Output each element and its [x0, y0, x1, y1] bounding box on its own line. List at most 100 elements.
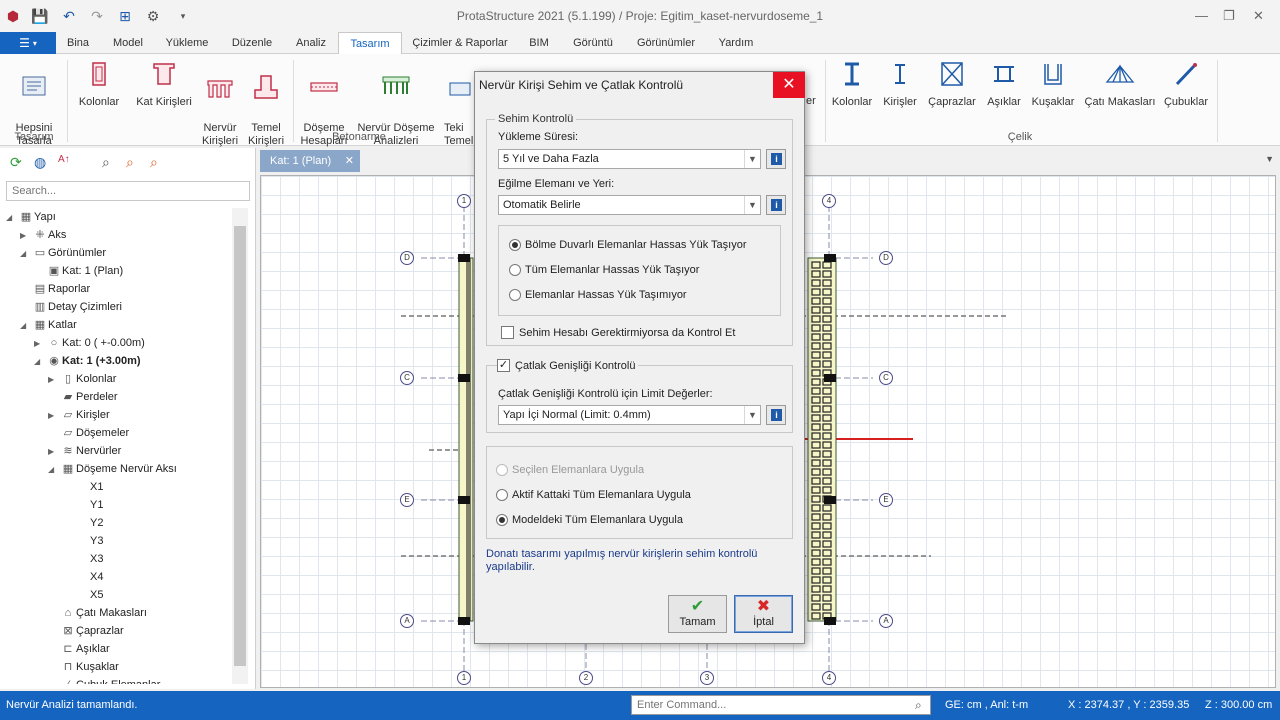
tree-expander-icon[interactable]: ◢ — [20, 317, 32, 335]
tab-plan-view[interactable]: Kat: 1 (Plan) ✕ — [260, 150, 360, 172]
tree-node[interactable]: X5 — [62, 586, 103, 604]
tree-node[interactable]: ▶ ⁜ Aks — [20, 226, 66, 244]
axis-bubble-left[interactable]: A — [400, 614, 414, 628]
tree-expander-icon[interactable]: ◢ — [6, 209, 18, 227]
beams-design-button[interactable]: Kat Kirişleri — [134, 60, 194, 109]
axis-bubble-right[interactable]: D — [879, 251, 893, 265]
axis-bubble-left[interactable]: E — [400, 493, 414, 507]
zoom-remove-icon[interactable]: ⌕ — [150, 154, 158, 171]
tab-list-dropdown-icon[interactable]: ▼ — [1265, 154, 1274, 164]
load-duration-info-button[interactable]: i — [766, 149, 786, 169]
tree-node[interactable]: ◢ ▭ Görünümler — [20, 244, 106, 262]
bending-element-select[interactable]: Otomatik Belirle ▼ — [498, 195, 761, 215]
tree-node[interactable]: ⊠ Çaprazlar — [48, 622, 123, 640]
tree-node[interactable]: ▶ ▱ Kirişler — [48, 406, 110, 424]
tree-expander-icon[interactable]: ▶ — [48, 443, 60, 461]
tree-node[interactable]: ▶ ○ Kat: 0 ( +-0.00m) — [34, 334, 145, 352]
axis-bubble-bottom[interactable]: 4 — [822, 671, 836, 685]
tree-node[interactable]: ▰ Perdeler — [48, 388, 118, 406]
tree-node[interactable]: ⁄Çubuk Elemanlar — [48, 676, 160, 684]
tree-node[interactable]: ▶ ▯ Kolonlar — [48, 370, 116, 388]
axis-bubble-right[interactable]: C — [879, 371, 893, 385]
tree-node[interactable]: ▱ Döşemeler — [48, 424, 129, 442]
axis-bubble-left[interactable]: C — [400, 371, 414, 385]
tree-node[interactable]: ▥ Detay Çizimleri — [20, 298, 122, 316]
radio-apply-active-floor[interactable]: Aktif Kattaki Tüm Elemanlara Uygula — [496, 488, 691, 502]
steel-beams-button[interactable]: Kirişler — [880, 60, 920, 109]
tree-node[interactable]: ▶ ≋ Nervürler — [48, 442, 121, 460]
tab-gorunumler[interactable]: Görünümler — [630, 32, 702, 54]
load-duration-select[interactable]: 5 Yıl ve Daha Fazla ▼ — [498, 149, 761, 169]
tab-analiz[interactable]: Analiz — [290, 32, 332, 54]
globe-icon[interactable]: ◍ — [34, 154, 46, 171]
tree-expander-icon[interactable]: ◢ — [34, 353, 46, 371]
tab-duzenle[interactable]: Düzenle — [226, 32, 278, 54]
close-window-button[interactable]: ✕ — [1253, 8, 1264, 24]
refresh-icon[interactable]: ⟳ — [10, 154, 22, 171]
dialog-close-button[interactable]: ✕ — [773, 72, 805, 98]
crack-limit-select[interactable]: Yapı İçi Normal (Limit: 0.4mm) ▼ — [498, 405, 761, 425]
tree-expander-icon[interactable]: ◢ — [48, 461, 60, 479]
axis-bubble-right[interactable]: E — [879, 493, 893, 507]
tab-model[interactable]: Model — [108, 32, 148, 54]
single-footing-button[interactable]: Teki Temel — [444, 60, 474, 148]
radio-apply-model[interactable]: Modeldeki Tüm Elemanlara Uygula — [496, 513, 683, 527]
rib-beams-design-button[interactable]: Nervür Kirişleri — [198, 60, 242, 148]
girts-button[interactable]: Kuşaklar — [1030, 60, 1076, 109]
close-tab-icon[interactable]: ✕ — [345, 150, 354, 172]
tree-expander-icon[interactable]: ▶ — [48, 407, 60, 425]
zoom-select-icon[interactable]: ⌕ — [102, 154, 110, 171]
crack-limit-info-button[interactable]: i — [766, 405, 786, 425]
zoom-add-icon[interactable]: ⌕ — [126, 154, 134, 171]
tree-node[interactable]: ◢ ▦ Katlar — [20, 316, 77, 334]
tree-expander-icon[interactable]: ▶ — [34, 335, 46, 353]
axis-bubble-right[interactable]: A — [879, 614, 893, 628]
tab-tasarim[interactable]: Tasarım — [338, 32, 402, 55]
tree-node[interactable]: Y3 — [62, 532, 103, 550]
tree-node[interactable]: X1 — [62, 478, 103, 496]
radio-all-sensitive[interactable]: Tüm Elemanlar Hassas Yük Taşıyor — [509, 263, 699, 277]
tree-node[interactable]: ◢ ▦ Döşeme Nervür Aksı — [48, 460, 177, 478]
tree-node[interactable]: ⌂ Çatı Makasları — [48, 604, 147, 622]
roof-trusses-button[interactable]: Çatı Makasları — [1084, 60, 1156, 109]
minimize-button[interactable]: — — [1195, 8, 1208, 23]
bars-button[interactable]: Çubuklar — [1162, 60, 1210, 109]
tab-yardim[interactable]: Yardım — [712, 32, 760, 54]
axis-bubble-top[interactable]: 1 — [457, 194, 471, 208]
axis-bubble-top[interactable]: 4 — [822, 194, 836, 208]
tab-bim[interactable]: BIM — [522, 32, 556, 54]
command-input[interactable] — [631, 695, 931, 715]
sort-icon[interactable]: A↑ — [58, 154, 70, 165]
tab-yukleme[interactable]: Yükleme — [161, 32, 213, 54]
tree-node[interactable]: ⊓ Kuşaklar — [48, 658, 119, 676]
tree-node[interactable]: ◢ ◉ Kat: 1 (+3.00m) — [34, 352, 141, 370]
bending-element-info-button[interactable]: i — [766, 195, 786, 215]
search-icon[interactable]: ⌕ — [915, 698, 922, 713]
file-menu-button[interactable]: ☰ ▾ — [0, 32, 56, 54]
tree-node[interactable]: ▣ Kat: 1 (Plan) — [34, 262, 123, 280]
tree-node[interactable]: X3 — [62, 550, 103, 568]
columns-design-button[interactable]: Kolonlar — [76, 60, 122, 109]
check-crack-width[interactable]: ✓ Çatlak Genişliği Kontrolü — [497, 359, 639, 373]
tree-expander-icon[interactable]: ▶ — [20, 227, 32, 245]
ribbon-partial-button[interactable]: er — [806, 95, 826, 108]
tree-expander-icon[interactable]: ▶ — [48, 371, 60, 389]
radio-not-sensitive[interactable]: Elemanlar Hassas Yük Taşımıyor — [509, 288, 687, 302]
steel-braces-button[interactable]: Çaprazlar — [926, 60, 978, 109]
radio-apply-selected[interactable]: Seçilen Elemanlara Uygula — [496, 463, 644, 477]
axis-bubble-bottom[interactable]: 1 — [457, 671, 471, 685]
restore-button[interactable]: ❐ — [1223, 8, 1235, 24]
axis-bubble-bottom[interactable]: 3 — [700, 671, 714, 685]
tree-search-input[interactable] — [6, 181, 250, 201]
tab-cizimler-raporlar[interactable]: Çizimler & Raporlar — [408, 32, 512, 54]
tree-expander-icon[interactable]: ◢ — [20, 245, 32, 263]
check-deflection-anyway[interactable]: Sehim Hesabı Gerektirmiyorsa da Kontrol … — [501, 326, 735, 340]
tree-node[interactable]: X4 — [62, 568, 103, 586]
steel-columns-button[interactable]: Kolonlar — [830, 60, 874, 109]
purlins-button[interactable]: Aşıklar — [984, 60, 1024, 109]
tree-node[interactable]: ◢ ▦ Yapı — [6, 208, 56, 226]
tree-node[interactable]: Y1 — [62, 496, 103, 514]
tab-goruntu[interactable]: Görüntü — [568, 32, 618, 54]
cancel-button[interactable]: ✖ İptal — [734, 595, 793, 633]
axis-bubble-left[interactable]: D — [400, 251, 414, 265]
